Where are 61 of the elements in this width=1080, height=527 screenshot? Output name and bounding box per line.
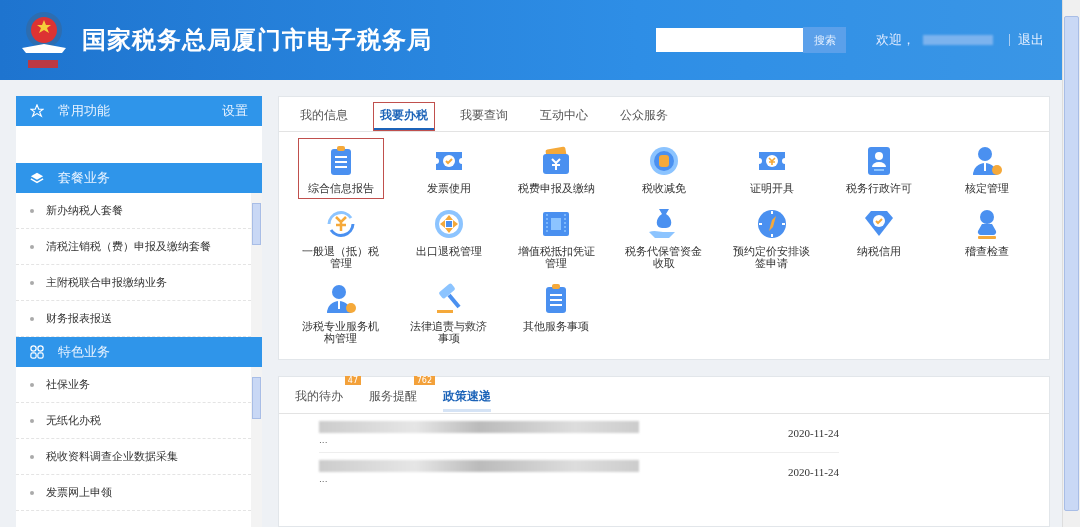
section-title: 常用功能	[58, 102, 111, 120]
service-label: 税务代保管资金收取	[624, 245, 704, 270]
welcome-text: 欢迎，	[876, 31, 915, 49]
search-field[interactable]	[656, 28, 803, 52]
count-badge: 47	[344, 376, 361, 386]
service-tile[interactable]: 预约定价安排谈签申请	[728, 201, 815, 275]
service-label: 出口退税管理	[415, 245, 482, 258]
service-tile[interactable]: 增值税抵扣凭证管理	[513, 201, 600, 275]
service-tile[interactable]: 税务代保管资金收取	[621, 201, 707, 275]
scrollbar[interactable]	[251, 193, 262, 337]
section-title: 特色业务	[58, 343, 110, 361]
notice-date: 2020-11-24	[788, 466, 839, 479]
service-label: 涉税专业服务机构管理	[301, 320, 381, 345]
service-tile[interactable]: 发票使用	[405, 138, 492, 200]
service-tile[interactable]: 稽查检查	[944, 201, 1031, 275]
service-tile[interactable]: 涉税专业服务机构管理	[297, 276, 384, 350]
service-tile[interactable]: 税费申报及缴纳	[513, 138, 600, 200]
notice-tab[interactable]: 政策速递	[443, 388, 491, 410]
scrollbar[interactable]	[251, 367, 262, 527]
service-tile[interactable]: 法律追责与救济事项	[405, 276, 492, 350]
service-tile[interactable]: 纳税信用	[836, 201, 923, 275]
nav-tab[interactable]: 互动中心	[533, 102, 595, 131]
service-label: 法律追责与救济事项	[409, 320, 489, 345]
service-tile[interactable]: 核定管理	[944, 138, 1031, 200]
star-icon	[30, 104, 44, 118]
nav-tab[interactable]: 我的信息	[293, 102, 355, 131]
layers-icon	[30, 171, 44, 185]
notice-snippet[interactable]: ...	[319, 474, 789, 485]
service-label: 综合信息报告	[307, 182, 374, 195]
service-label: 稽查检查	[965, 245, 1010, 258]
service-label: 预约定价安排谈签申请	[732, 245, 812, 270]
service-tile[interactable]: 税收减免	[621, 138, 707, 200]
redacted-username	[923, 35, 993, 45]
notice-tab[interactable]: 服务提醒	[369, 388, 417, 410]
notice-snippet[interactable]: ...	[319, 435, 789, 446]
site-title: 国家税务总局厦门市电子税务局	[82, 25, 433, 56]
page-scrollbar[interactable]	[1062, 0, 1080, 527]
service-label: 发票使用	[426, 182, 471, 195]
service-tile[interactable]: 其他服务事项	[513, 276, 600, 350]
count-badge: 762	[413, 376, 435, 386]
service-label: 税费申报及缴纳	[517, 182, 595, 195]
notice-tab[interactable]: 我的待办	[295, 388, 343, 410]
section-title: 套餐业务	[58, 169, 110, 187]
service-label: 增值税抵扣凭证管理	[516, 245, 596, 270]
service-label: 税收减免	[642, 182, 686, 195]
nav-tab[interactable]: 公众服务	[613, 102, 675, 131]
nav-tab[interactable]: 我要办税	[373, 102, 435, 131]
service-tile[interactable]: 税务行政许可	[836, 138, 923, 200]
service-tile[interactable]: 综合信息报告	[297, 138, 384, 200]
notice-date: 2020-11-24	[788, 427, 839, 440]
service-tile[interactable]: 证明开具	[728, 138, 815, 200]
service-label: 一般退（抵）税管理	[301, 245, 381, 270]
service-label: 核定管理	[965, 182, 1010, 195]
service-tile[interactable]: 出口退税管理	[405, 201, 492, 275]
service-label: 其他服务事项	[523, 320, 590, 333]
service-label: 税务行政许可	[846, 182, 913, 195]
nav-tab[interactable]: 我要查询	[453, 102, 515, 131]
grid-icon	[30, 345, 44, 359]
service-label: 纳税信用	[857, 245, 902, 258]
service-label: 证明开具	[749, 182, 794, 195]
service-tile[interactable]: 一般退（抵）税管理	[297, 201, 384, 275]
